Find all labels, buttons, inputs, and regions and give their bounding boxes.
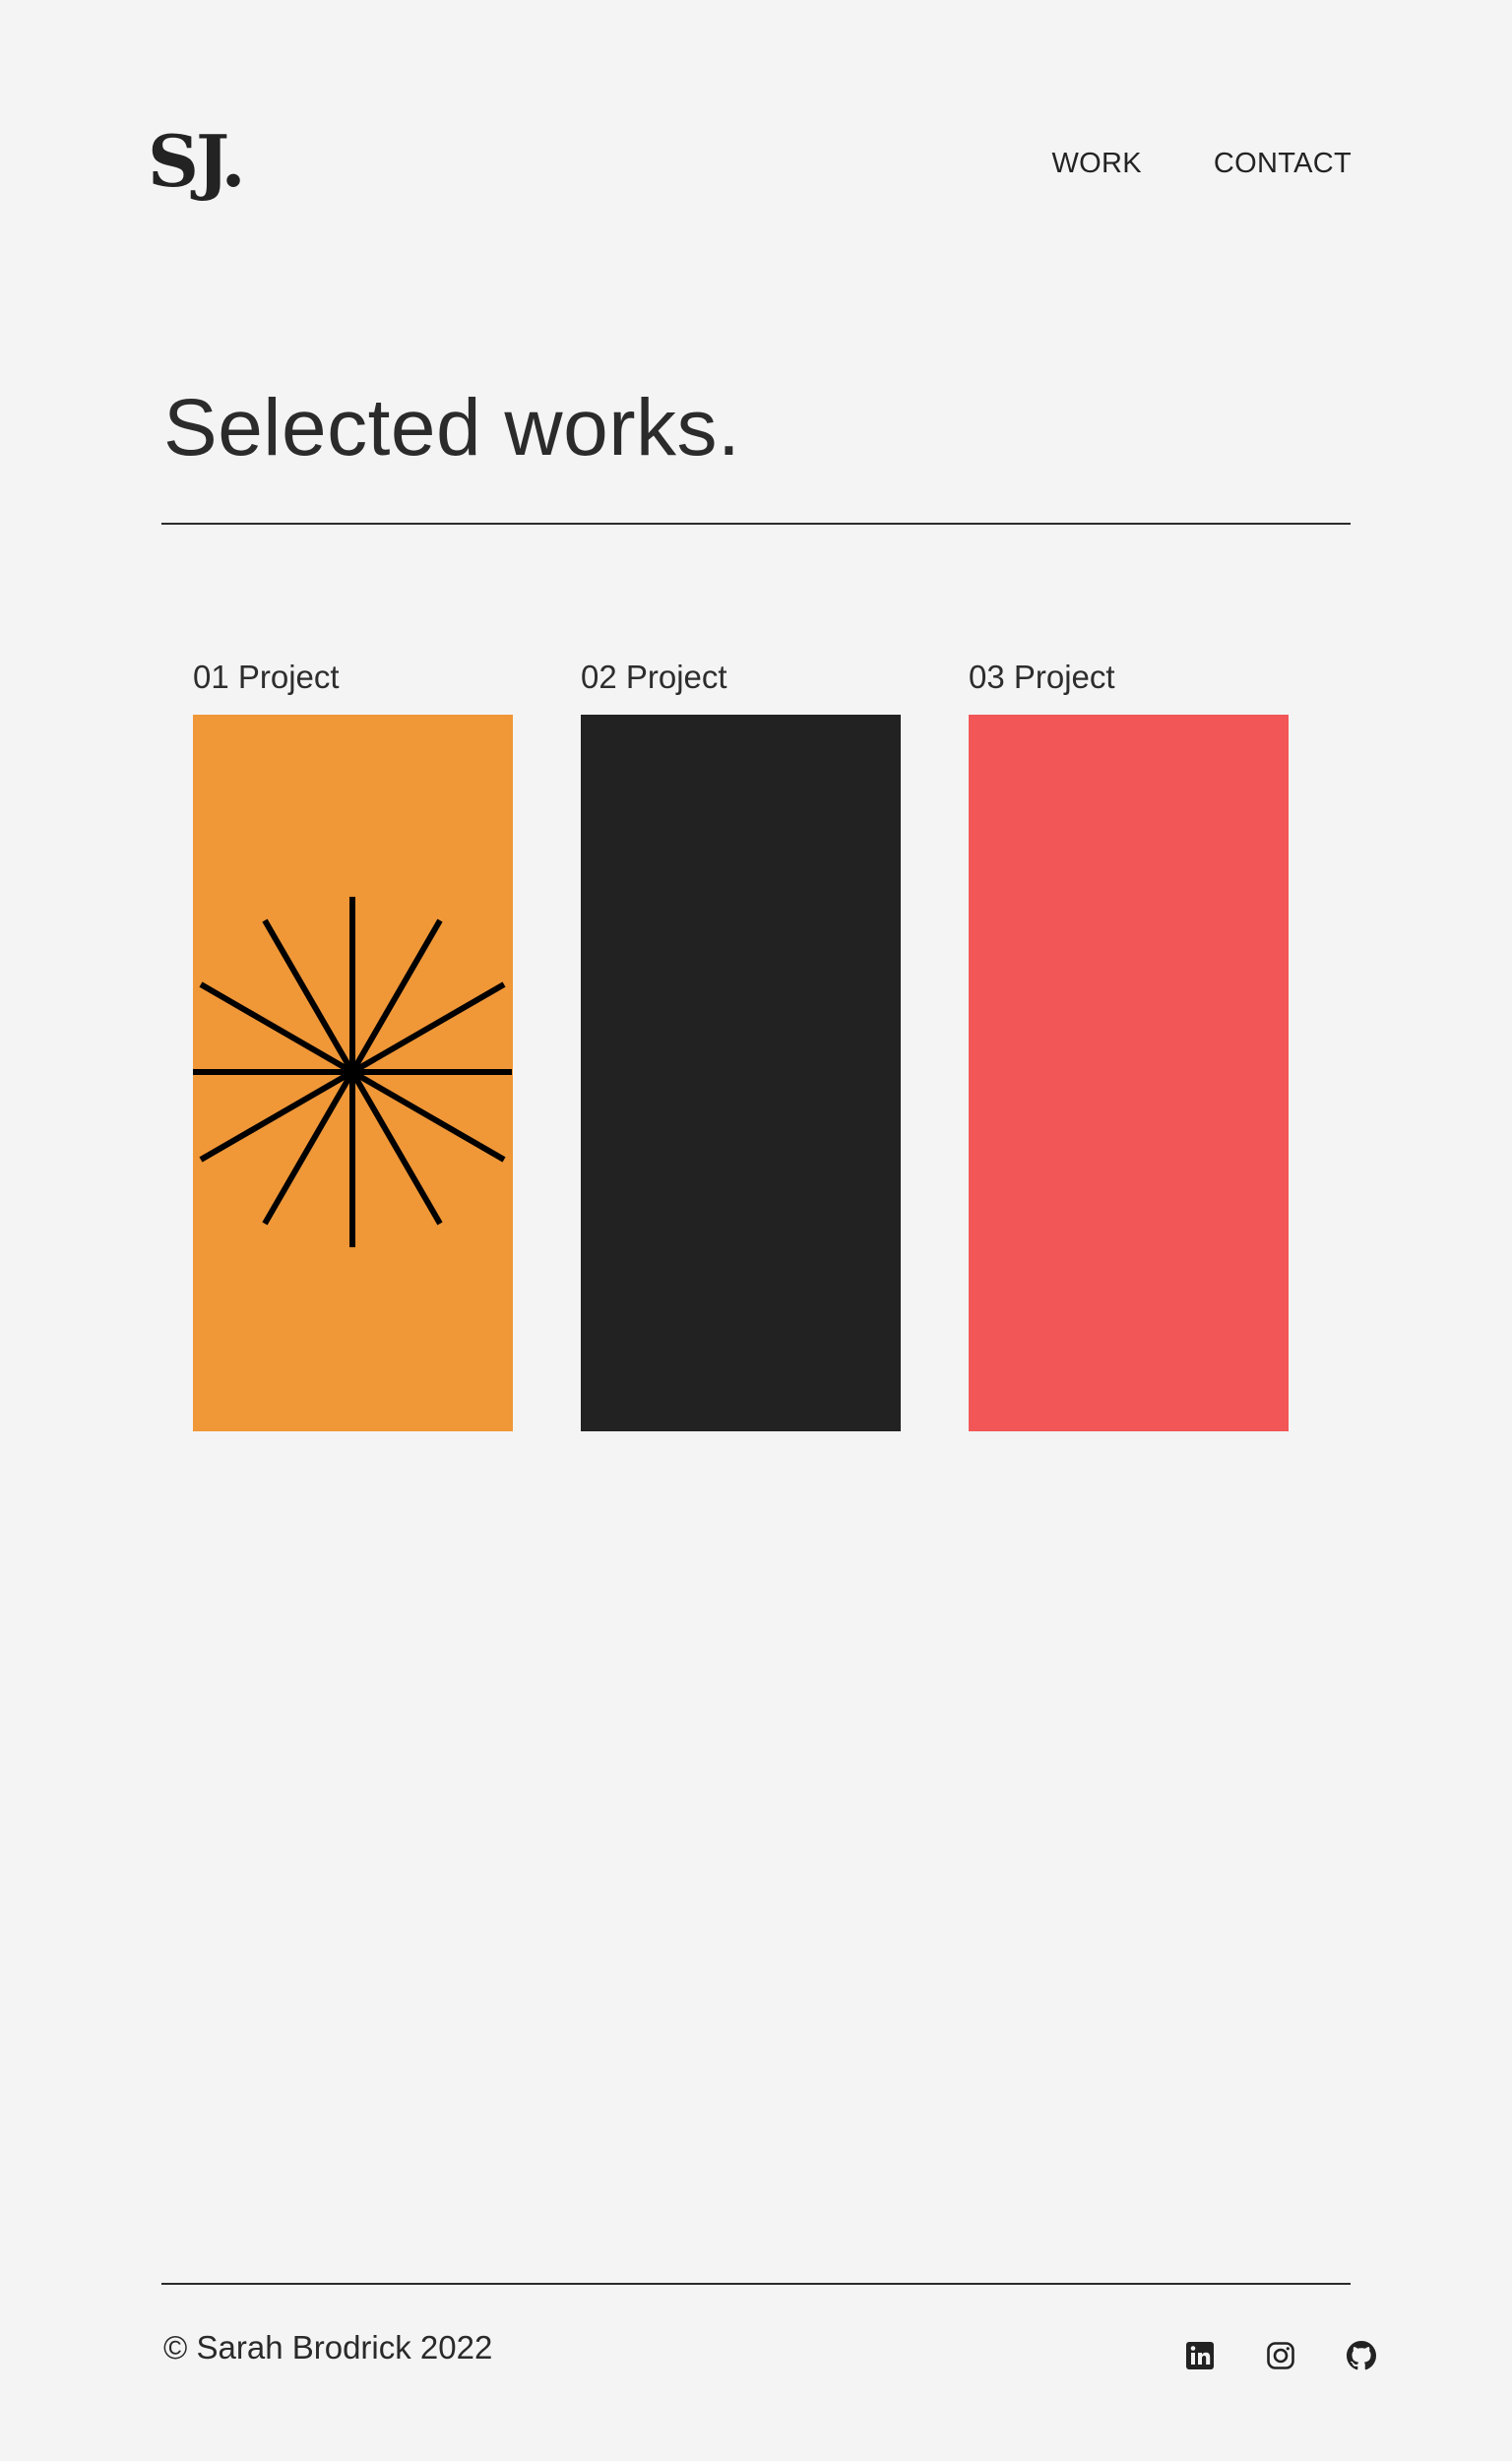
project-label: 02 Project	[581, 659, 727, 695]
starburst-icon	[193, 897, 512, 1247]
project-thumbnail[interactable]	[193, 715, 513, 1431]
project-thumbnail[interactable]	[969, 715, 1289, 1431]
copyright: © Sarah Brodrick 2022	[163, 2329, 493, 2366]
project-label: 03 Project	[969, 659, 1115, 695]
page: SJ. WORK CONTACT Selected works. 01 Proj…	[0, 0, 1512, 2461]
project-3[interactable]: 03 Project	[969, 650, 1289, 1431]
logo[interactable]: SJ.	[148, 126, 246, 197]
github-icon[interactable]	[1347, 2341, 1376, 2370]
divider	[161, 523, 1351, 525]
project-thumbnail[interactable]	[581, 715, 901, 1431]
nav-contact[interactable]: CONTACT	[1214, 148, 1352, 180]
project-label: 01 Project	[193, 659, 340, 695]
page-title: Selected works.	[163, 383, 741, 473]
nav-work[interactable]: WORK	[1051, 148, 1141, 180]
project-1[interactable]: 01 Project	[193, 650, 513, 1431]
footer-divider	[161, 2283, 1351, 2285]
project-2[interactable]: 02 Project	[581, 650, 901, 1431]
linkedin-icon[interactable]	[1185, 2341, 1215, 2370]
main-nav: WORK CONTACT	[1051, 148, 1352, 180]
social-links	[1185, 2341, 1376, 2370]
instagram-icon[interactable]	[1266, 2341, 1295, 2370]
